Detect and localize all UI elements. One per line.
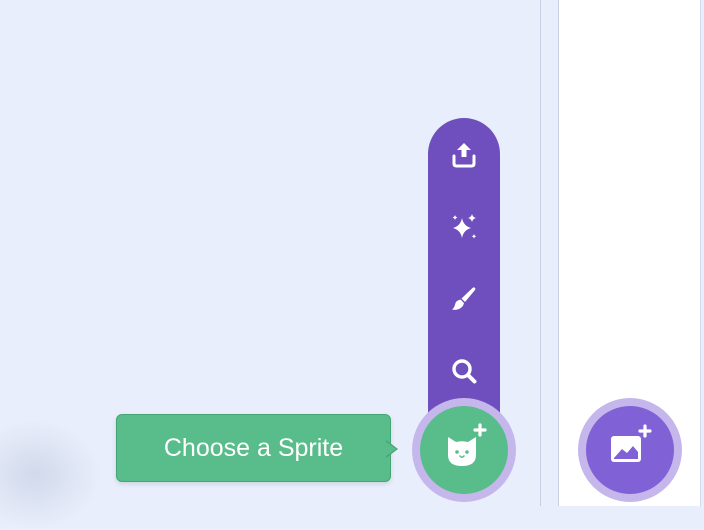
pane-gutter (541, 0, 558, 506)
sprite-shadow (0, 420, 100, 530)
choose-sprite-search-button[interactable] (428, 346, 500, 396)
stage-edge (700, 0, 704, 506)
upload-sprite-button[interactable] (428, 130, 500, 180)
surprise-sprite-button[interactable] (428, 202, 500, 252)
sparkles-icon (449, 212, 479, 242)
choose-sprite-button[interactable] (420, 406, 508, 494)
paintbrush-icon (449, 284, 479, 314)
image-plus-icon (604, 422, 656, 479)
paint-sprite-button[interactable] (428, 274, 500, 324)
cat-plus-icon (438, 422, 490, 479)
tooltip-arrow-inner (385, 441, 396, 457)
sprite-menu (428, 118, 500, 438)
tooltip-label: Choose a Sprite (163, 433, 344, 462)
upload-icon (449, 140, 479, 170)
choose-sprite-tooltip: Choose a Sprite (116, 414, 391, 482)
search-icon (449, 356, 479, 386)
choose-backdrop-button[interactable] (586, 406, 674, 494)
